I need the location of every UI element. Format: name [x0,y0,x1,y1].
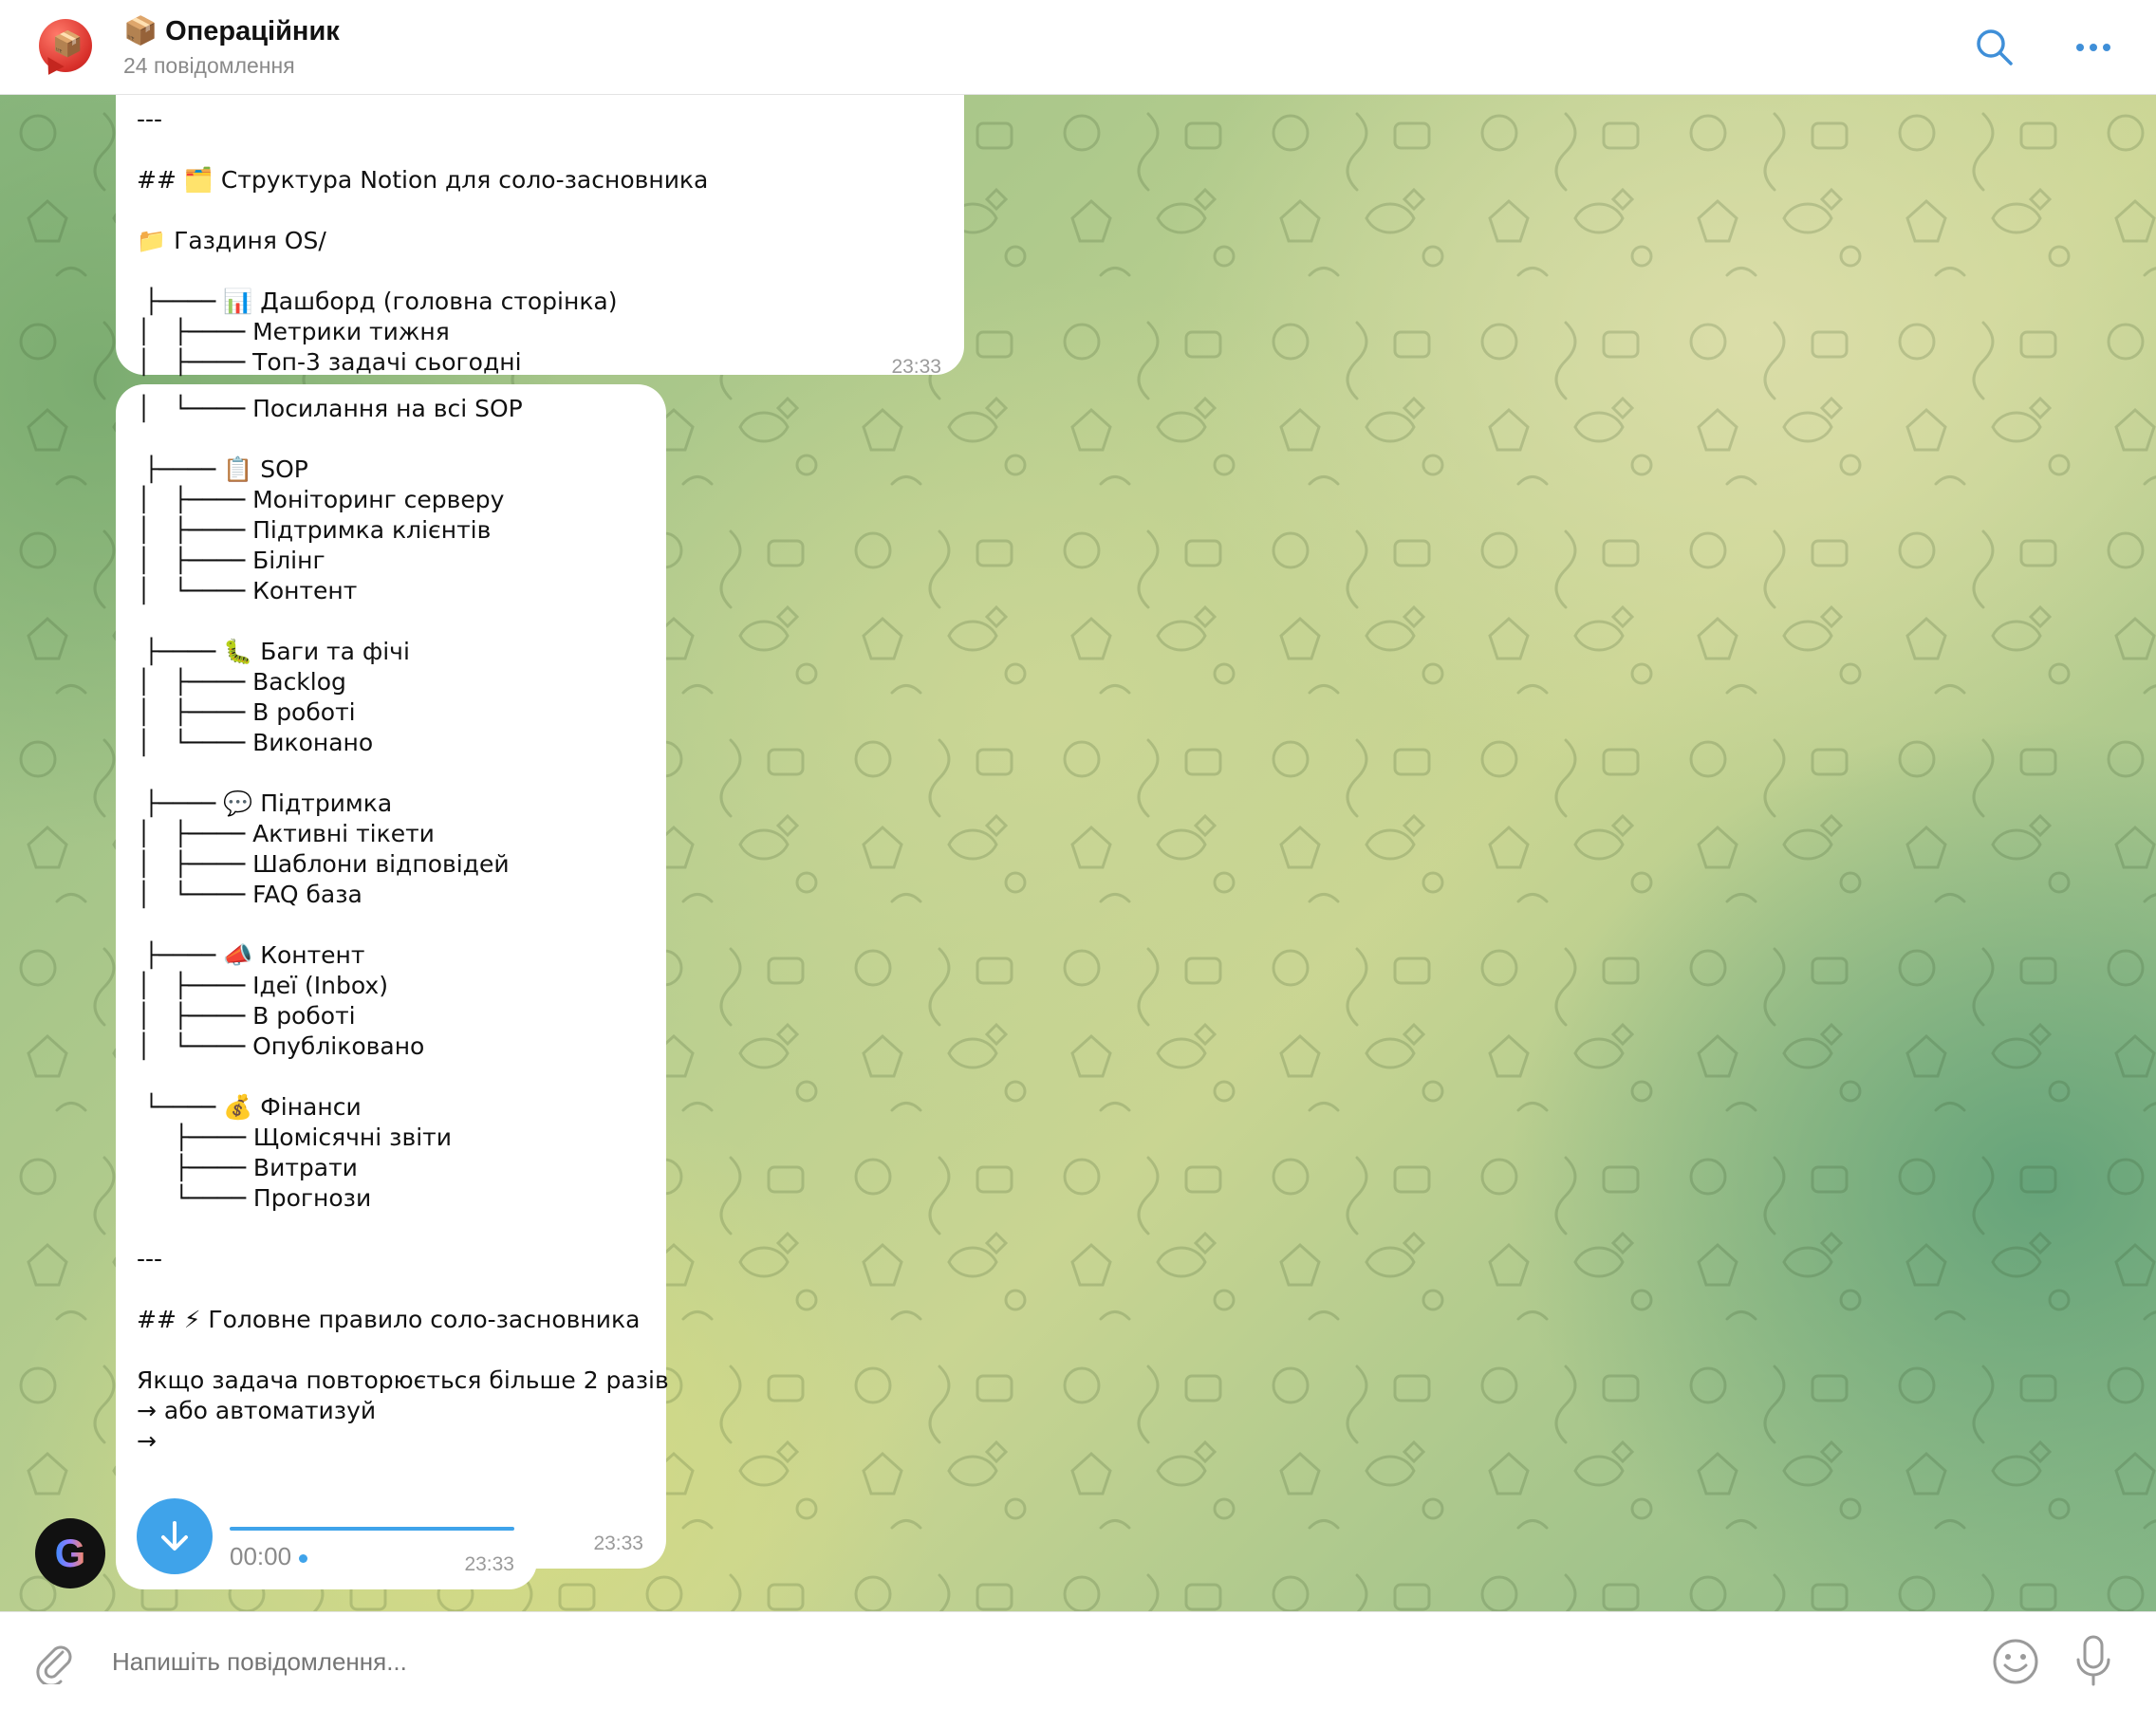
voice-waveform[interactable] [230,1527,514,1531]
download-arrow-icon [161,1521,188,1551]
channel-avatar[interactable]: 📦 [39,19,96,80]
message-text-line: ## 🗂️ Структура Notion для соло-засновни… [137,166,709,194]
search-button[interactable] [1970,23,2019,72]
message-text-line: │ └──── Виконано [137,729,374,756]
message-text-line: ├──── 📋 SOP [137,455,308,483]
message-text-line: → [137,1427,157,1455]
message-text-line: │ └──── Контент [137,577,358,604]
microphone-icon [2076,1635,2110,1686]
message-bubble[interactable]: --- ## 🗂️ Структура Notion для соло-засн… [116,95,964,378]
message-text-line: --- [137,105,163,133]
message-text-line: │ ├──── Підтримка клієнтів [137,516,492,544]
message-text-line: │ └──── FAQ база [137,881,362,908]
message-text-line: │ └──── Опубліковано [137,1032,425,1060]
paperclip-icon [36,1645,72,1687]
message-time: 23:33 [464,1553,514,1575]
search-icon [1977,29,2013,65]
box-icon: 📦 [52,30,84,59]
more-options-button[interactable] [2069,23,2118,72]
message-text-line: ├──── 💬 Підтримка [137,789,393,817]
message-bubble[interactable]: │ └──── Посилання на всі SOP ├──── 📋 SOP… [116,384,669,1569]
message-text-line: └──── Прогнози [137,1184,372,1212]
sender-avatar[interactable]: G [35,1518,105,1588]
voice-record-button[interactable] [2072,1633,2114,1690]
emoji-button[interactable] [1991,1637,2040,1686]
message-text-line: ## ⚡ Головне правило соло-засновника [137,1306,641,1333]
message-composer [0,1611,2156,1709]
message-text-line: 📁 Газдиня OS/ [137,227,326,254]
message-count: 24 повідомлення [123,53,295,78]
download-button[interactable] [137,1498,213,1574]
message-input[interactable] [112,1647,1915,1677]
more-dots-icon [2076,44,2110,51]
voice-message-bubble[interactable]: 00:00 23:33 [116,1483,537,1589]
message-text-line: │ ├──── Backlog [137,668,346,696]
message-time: 23:33 [593,1533,643,1554]
sender-avatar-letter: G [54,1531,86,1575]
chat-background[interactable]: --- ## 🗂️ Структура Notion для соло-засн… [0,95,2156,1611]
message-text-line: │ └──── Посилання на всі SOP [137,395,523,422]
message-text-line: │ ├──── Моніторинг серверу [137,486,505,513]
message-text-line: │ ├──── Ідеї (Inbox) [137,972,388,999]
emoji-icon [1993,1639,2038,1684]
message-text-line: → або автоматизуй [137,1397,377,1424]
message-text-line: ├──── Витрати [137,1154,358,1181]
unplayed-dot [299,1553,308,1563]
message-text-line: │ ├──── В роботі [137,1002,356,1030]
message-text-line: │ ├──── Білінг [137,547,325,574]
message-text-line: │ ├──── Метрики тижня [137,318,450,345]
message-text-line: ├──── 🐛 Баги та фічі [137,638,410,665]
chat-header: 📦 📦 Операційник 24 повідомлення [0,0,2156,95]
message-time: 23:33 [891,356,941,378]
chat-title[interactable]: 📦 Операційник [123,15,340,47]
message-text-line: │ ├──── Активні тікети [137,820,435,847]
message-text-line: ├──── 📣 Контент [137,941,365,969]
message-text-line: │ ├──── Шаблони відповідей [137,850,510,878]
message-text-line: │ ├──── В роботі [137,698,356,726]
voice-duration: 00:00 [230,1542,308,1571]
message-text-line: Якщо задача повторюється більше 2 разів [137,1366,669,1394]
message-text-line: --- [137,1245,163,1272]
message-text-line: ├──── Щомісячні звіти [137,1124,452,1151]
attach-button[interactable] [32,1639,78,1687]
message-text-line: │ ├──── Топ-3 задачі сьогодні [137,348,522,376]
message-text-line: ├──── 📊 Дашборд (головна сторінка) [137,288,618,315]
message-text-line: └──── 💰 Фінанси [137,1093,362,1121]
